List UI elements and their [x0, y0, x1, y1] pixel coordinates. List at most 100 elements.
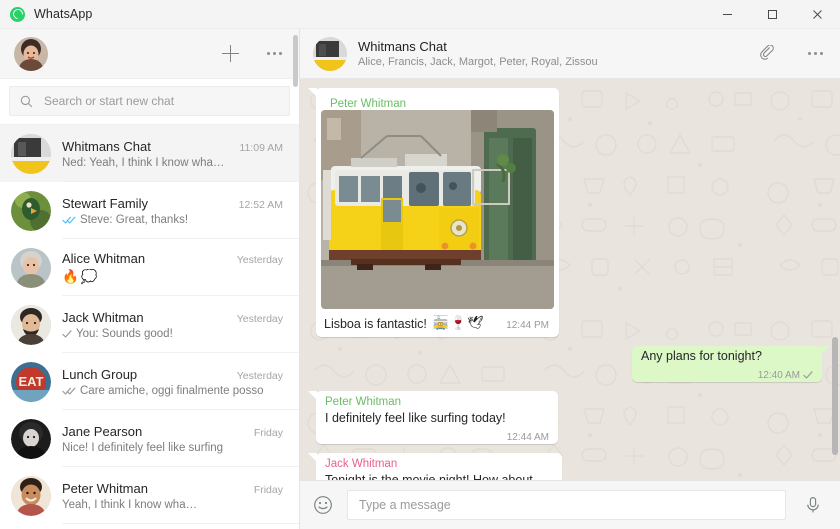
message-caption: Lisboa is fantastic!	[324, 317, 427, 331]
incoming-message-bubble[interactable]: Jack Whitman Tonight is the movie night! …	[308, 452, 562, 480]
conversation-menu-button[interactable]	[804, 43, 826, 65]
chat-item-preview: Care amiche, oggi finalmente posso	[80, 384, 264, 397]
app-title: WhatsApp	[34, 7, 93, 21]
message-text: Tonight is the movie night! How about th…	[325, 472, 533, 480]
chat-list-item[interactable]: Jane Pearson Friday Nice! I definitely fee…	[0, 410, 299, 467]
messages-container: Peter Whitman Lisboa is fantastic! 🚋🍷🕊 12:4…	[308, 88, 830, 480]
paperclip-icon	[759, 45, 774, 60]
chat-item-tick	[62, 215, 76, 225]
sidebar-actions	[219, 43, 285, 65]
conversation-scrollbar-thumb[interactable]	[832, 337, 838, 455]
chat-item-meta: Jane Pearson Friday Nice! I definitely fee…	[62, 424, 287, 454]
chat-avatar	[11, 133, 51, 174]
chat-list-item[interactable]: Stewart Family 12:52 AM Steve: Great, than…	[0, 182, 299, 239]
caption-emojis: 🚋🍷🕊	[432, 315, 485, 330]
chat-avatar	[11, 475, 51, 516]
conversation-info: Whitmans Chat Alice, Francis, Jack, Marg…	[358, 39, 598, 68]
message-row: Peter Whitman I definitely feel like surf…	[308, 390, 822, 444]
message-body: I definitely feel like surfing today! 12:…	[316, 408, 558, 443]
message-row: Jack Whitman Tonight is the movie night! …	[308, 452, 822, 480]
chat-item-time: 11:09 AM	[239, 141, 283, 154]
search-icon	[20, 95, 33, 107]
emoji-button[interactable]	[312, 494, 334, 516]
chat-item-name: Jack Whitman	[62, 309, 144, 325]
search-box[interactable]	[9, 86, 290, 116]
chat-item-tick	[62, 386, 76, 396]
chat-list-item[interactable]: Whitmans Chat 11:09 AM Ned: Yeah, I think …	[0, 125, 299, 182]
profile-avatar[interactable]	[14, 36, 48, 71]
conversation-header[interactable]: Whitmans Chat Alice, Francis, Jack, Marg…	[300, 29, 840, 79]
incoming-message-bubble[interactable]: Peter Whitman Lisboa is fantastic! 🚋🍷🕊 12:4…	[308, 88, 559, 337]
message-time: 12:44 PM	[506, 320, 549, 331]
chat-item-preview: Ned: Yeah, I think I know wha…	[62, 156, 225, 169]
whatsapp-window: WhatsApp Search or start new chat Whitma…	[0, 0, 840, 529]
voice-record-button[interactable]	[802, 494, 824, 516]
message-sender: Peter Whitman	[325, 395, 402, 408]
chat-list[interactable]: Whitmans Chat 11:09 AM Ned: Yeah, I think …	[0, 125, 299, 529]
message-time-text: 12:40 AM	[757, 369, 800, 381]
chat-item-name: Whitmans Chat	[62, 138, 151, 154]
search-area	[0, 79, 299, 125]
chat-item-meta: Whitmans Chat 11:09 AM Ned: Yeah, I think …	[62, 139, 287, 169]
minimize-button[interactable]	[705, 0, 750, 29]
chat-item-name: Jane Pearson	[62, 423, 143, 439]
chat-item-meta: Lunch Group Yesterday Care amiche, oggi fi…	[62, 367, 287, 397]
message-input-box[interactable]	[347, 490, 786, 520]
chat-list-item[interactable]: Peter Whitman Friday Yeah, I think I know …	[0, 467, 299, 524]
title-bar: WhatsApp	[0, 0, 840, 29]
conversation-avatar[interactable]	[313, 36, 347, 71]
chat-item-preview: You: Sounds good!	[76, 327, 173, 340]
chat-item-name: Peter Whitman	[62, 480, 148, 496]
chat-list-item[interactable]: EAT Lunch Group Yesterday Care amiche, oggi…	[0, 353, 299, 410]
message-composer	[300, 480, 840, 529]
chat-item-time: Friday	[253, 426, 283, 439]
single-check-icon	[62, 329, 72, 338]
chat-avatar	[11, 247, 51, 288]
message-image[interactable]	[321, 110, 554, 309]
microphone-icon	[807, 497, 819, 513]
message-text: I definitely feel like surfing today!	[325, 410, 506, 425]
chat-item-name: Stewart Family	[62, 195, 148, 211]
conversation-panel: Whitmans Chat Alice, Francis, Jack, Marg…	[300, 29, 840, 529]
message-row: Any plans for tonight? 12:40 AM	[316, 346, 830, 382]
message-sender: Jack Whitman	[325, 457, 398, 470]
maximize-button[interactable]	[750, 0, 795, 29]
main-body: Whitmans Chat 11:09 AM Ned: Yeah, I think …	[0, 29, 840, 529]
message-time: 12:44 AM	[507, 431, 549, 444]
chat-item-name: Lunch Group	[62, 366, 138, 382]
chat-avatar	[11, 304, 51, 345]
chat-item-preview: 🔥💭	[62, 268, 100, 284]
attach-button[interactable]	[756, 43, 778, 65]
double-check-icon	[62, 216, 76, 224]
message-list[interactable]: Peter Whitman Lisboa is fantastic! 🚋🍷🕊 12:4…	[300, 79, 840, 480]
chat-item-preview: Nice! I definitely feel like surfing	[62, 441, 224, 454]
search-input[interactable]	[44, 94, 279, 108]
chat-item-time: Yesterday	[236, 369, 283, 382]
chat-list-item[interactable]: Jack Whitman Yesterday You: Sounds good!	[0, 296, 299, 353]
chat-item-time: 12:52 AM	[238, 198, 283, 211]
message-time-text: 12:44 AM	[506, 431, 549, 443]
message-row: Peter Whitman Lisboa is fantastic! 🚋🍷🕊 12:4…	[308, 88, 822, 337]
chat-avatar	[11, 190, 51, 231]
chat-item-meta: Jack Whitman Yesterday You: Sounds good!	[62, 310, 287, 340]
chat-list-item[interactable]: Alice Whitman Yesterday 🔥💭	[0, 239, 299, 296]
new-chat-button[interactable]	[219, 43, 241, 65]
chat-item-tick	[62, 329, 72, 339]
message-sender: Peter Whitman	[330, 98, 407, 110]
sidebar-menu-button[interactable]	[263, 43, 285, 65]
chat-item-name: Alice Whitman	[62, 250, 146, 266]
chat-list-item[interactable]: Stewart FamilyFridaySteve: Great, thanks…	[0, 524, 299, 529]
incoming-message-bubble[interactable]: Peter Whitman I definitely feel like surf…	[308, 390, 558, 444]
window-controls	[705, 0, 840, 29]
chat-item-preview: Steve: Great, thanks!	[80, 213, 189, 226]
close-button[interactable]	[795, 0, 840, 29]
message-text: Any plans for tonight?	[641, 349, 762, 363]
sidebar-scrollbar-thumb[interactable]	[293, 35, 298, 87]
overflow-menu-icon	[807, 52, 823, 55]
double-check-icon	[62, 387, 76, 395]
conversation-participants: Alice, Francis, Jack, Margot, Peter, Roy…	[358, 56, 598, 68]
message-input[interactable]	[359, 498, 774, 512]
outgoing-message-bubble[interactable]: Any plans for tonight? 12:40 AM	[632, 346, 830, 382]
single-check-icon	[803, 371, 813, 379]
chat-avatar: EAT	[11, 361, 51, 402]
